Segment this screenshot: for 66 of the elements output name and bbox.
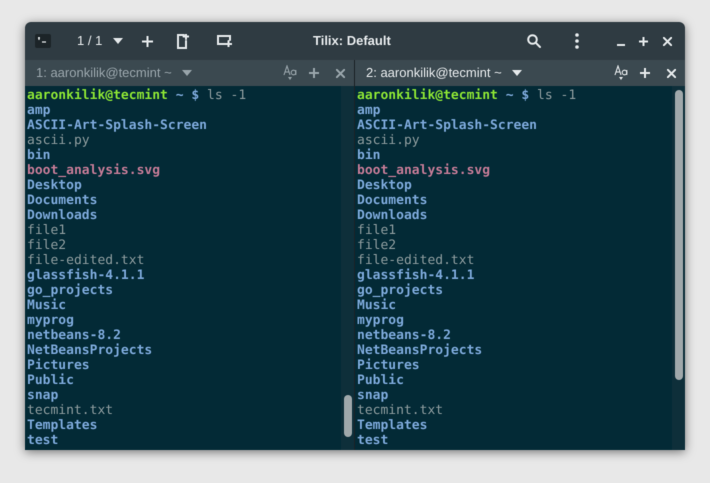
directory-name: amp xyxy=(27,103,52,118)
directory-name: netbeans-8.2 xyxy=(357,328,452,343)
directory-name: Templates xyxy=(27,418,98,433)
terminal-tab[interactable]: 1: aaronkilik@tecmint ~ xyxy=(36,63,192,83)
directory-name: Public xyxy=(27,373,75,388)
directory-name: amp xyxy=(357,103,382,118)
scrollbar-thumb[interactable] xyxy=(674,90,682,380)
directory-name: go_projects xyxy=(357,283,444,298)
directory-name: ASCII-Art-Splash-Screen xyxy=(27,118,208,133)
scrollbar[interactable] xyxy=(341,86,354,450)
new-session-icon[interactable] xyxy=(177,34,190,48)
font-size-icon[interactable] xyxy=(614,65,628,81)
scrollbar[interactable] xyxy=(672,86,685,450)
scrollbar-thumb[interactable] xyxy=(344,395,352,437)
directory-name: netbeans-8.2 xyxy=(27,328,122,343)
directory-name: glassfish-4.1.1 xyxy=(357,268,476,283)
directory-name: Public xyxy=(357,373,405,388)
directory-name: Downloads xyxy=(357,208,428,223)
directory-name: bin xyxy=(357,148,382,163)
file-name: file1 xyxy=(357,223,398,238)
directory-name: Desktop xyxy=(357,178,413,193)
directory-name: snap xyxy=(357,388,390,403)
file-name: file-edited.txt xyxy=(27,253,146,268)
terminal-icon[interactable] xyxy=(35,34,51,48)
file-name: file1 xyxy=(27,223,68,238)
directory-name: myprog xyxy=(357,313,405,328)
directory-name: test xyxy=(357,433,390,448)
directory-name: snap xyxy=(27,388,60,403)
directory-name: NetBeansProjects xyxy=(27,343,154,358)
directory-name: myprog xyxy=(27,313,75,328)
directory-name: bin xyxy=(27,148,52,163)
directory-name: Documents xyxy=(357,193,428,208)
menu-icon[interactable] xyxy=(575,33,579,49)
directory-name: Pictures xyxy=(357,358,421,373)
prompt-line: aaronkilik@tecmint ~ $ ls -1 xyxy=(357,88,578,103)
directory-name: Pictures xyxy=(27,358,91,373)
prompt-line: aaronkilik@tecmint ~ $ ls -1 xyxy=(27,88,248,103)
file-name: boot_analysis.svg xyxy=(27,163,162,178)
directory-name: Desktop xyxy=(27,178,83,193)
file-name: tecmint.txt xyxy=(27,403,114,418)
directory-name: Documents xyxy=(27,193,98,208)
file-name: file-edited.txt xyxy=(357,253,476,268)
directory-name: Music xyxy=(357,298,396,313)
window-title: Tilix: Default xyxy=(313,32,391,50)
file-name: ascii.py xyxy=(357,133,421,148)
file-name: boot_analysis.svg xyxy=(357,163,492,178)
directory-name: Downloads xyxy=(27,208,98,223)
search-icon[interactable] xyxy=(527,34,541,48)
directory-name: NetBeansProjects xyxy=(357,343,484,358)
terminal-tab[interactable]: 2: aaronkilik@tecmint ~ xyxy=(366,63,522,83)
add-terminal-icon[interactable] xyxy=(217,35,232,47)
file-name: file2 xyxy=(27,238,68,253)
directory-name: Templates xyxy=(357,418,428,433)
maximize-icon[interactable] xyxy=(639,36,648,46)
directory-name: glassfish-4.1.1 xyxy=(27,268,146,283)
directory-name: ASCII-Art-Splash-Screen xyxy=(357,118,538,133)
directory-name: test xyxy=(27,433,60,448)
file-name: file2 xyxy=(357,238,398,253)
font-size-icon[interactable] xyxy=(283,65,297,81)
caret-icon[interactable] xyxy=(113,38,124,44)
session-counter: 1 / 1 xyxy=(77,32,102,50)
directory-name: Music xyxy=(27,298,66,313)
file-name: tecmint.txt xyxy=(357,403,444,418)
file-name: ascii.py xyxy=(27,133,91,148)
directory-name: go_projects xyxy=(27,283,114,298)
caret-icon[interactable] xyxy=(512,70,522,76)
